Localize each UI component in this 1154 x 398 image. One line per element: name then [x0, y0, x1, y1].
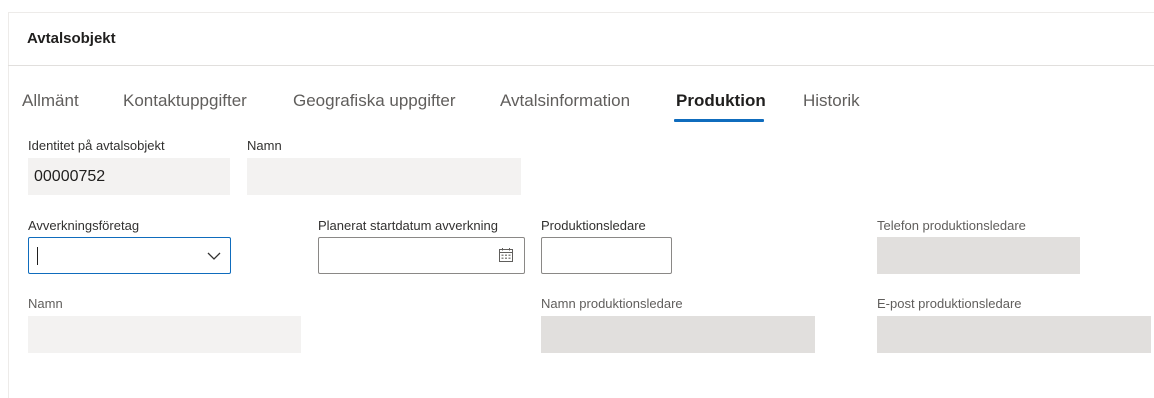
identity-value: 00000752	[34, 168, 106, 185]
manager-email-label: E-post produktionsledare	[877, 296, 1022, 311]
manager-email-field	[877, 316, 1151, 353]
planned-start-label: Planerat startdatum avverkning	[318, 218, 498, 233]
tab-allmant[interactable]: Allmänt	[22, 91, 79, 111]
production-manager-input[interactable]	[541, 237, 672, 274]
manager-name-label: Namn produktionsledare	[541, 296, 683, 311]
form-header: Avtalsobjekt	[9, 13, 1154, 65]
text-caret	[37, 247, 38, 265]
page-title: Avtalsobjekt	[27, 30, 116, 47]
active-tab-indicator	[674, 119, 764, 122]
identity-label: Identitet på avtalsobjekt	[28, 138, 165, 153]
harvesting-company-label: Avverkningsföretag	[28, 218, 140, 233]
phone-manager-label: Telefon produktionsledare	[877, 218, 1026, 233]
tab-geografiska-uppgifter[interactable]: Geografiska uppgifter	[293, 91, 456, 111]
tab-avtalsinformation[interactable]: Avtalsinformation	[500, 91, 630, 111]
name-top-field	[247, 158, 521, 195]
name-top-label: Namn	[247, 138, 282, 153]
chevron-down-icon[interactable]	[206, 248, 222, 264]
tab-produktion[interactable]: Produktion	[676, 91, 766, 111]
production-manager-label: Produktionsledare	[541, 218, 646, 233]
tab-kontaktuppgifter[interactable]: Kontaktuppgifter	[123, 91, 247, 111]
header-divider	[8, 65, 1154, 66]
name-bottom-label: Namn	[28, 296, 63, 311]
calendar-icon[interactable]	[498, 247, 514, 263]
identity-field: 00000752	[28, 158, 230, 195]
tab-historik[interactable]: Historik	[803, 91, 860, 111]
manager-name-field	[541, 316, 815, 353]
harvesting-company-select[interactable]	[28, 237, 231, 274]
name-bottom-field	[28, 316, 301, 353]
phone-manager-field	[877, 237, 1080, 274]
planned-start-date-input[interactable]	[318, 237, 525, 274]
frame-left-border	[8, 12, 9, 398]
